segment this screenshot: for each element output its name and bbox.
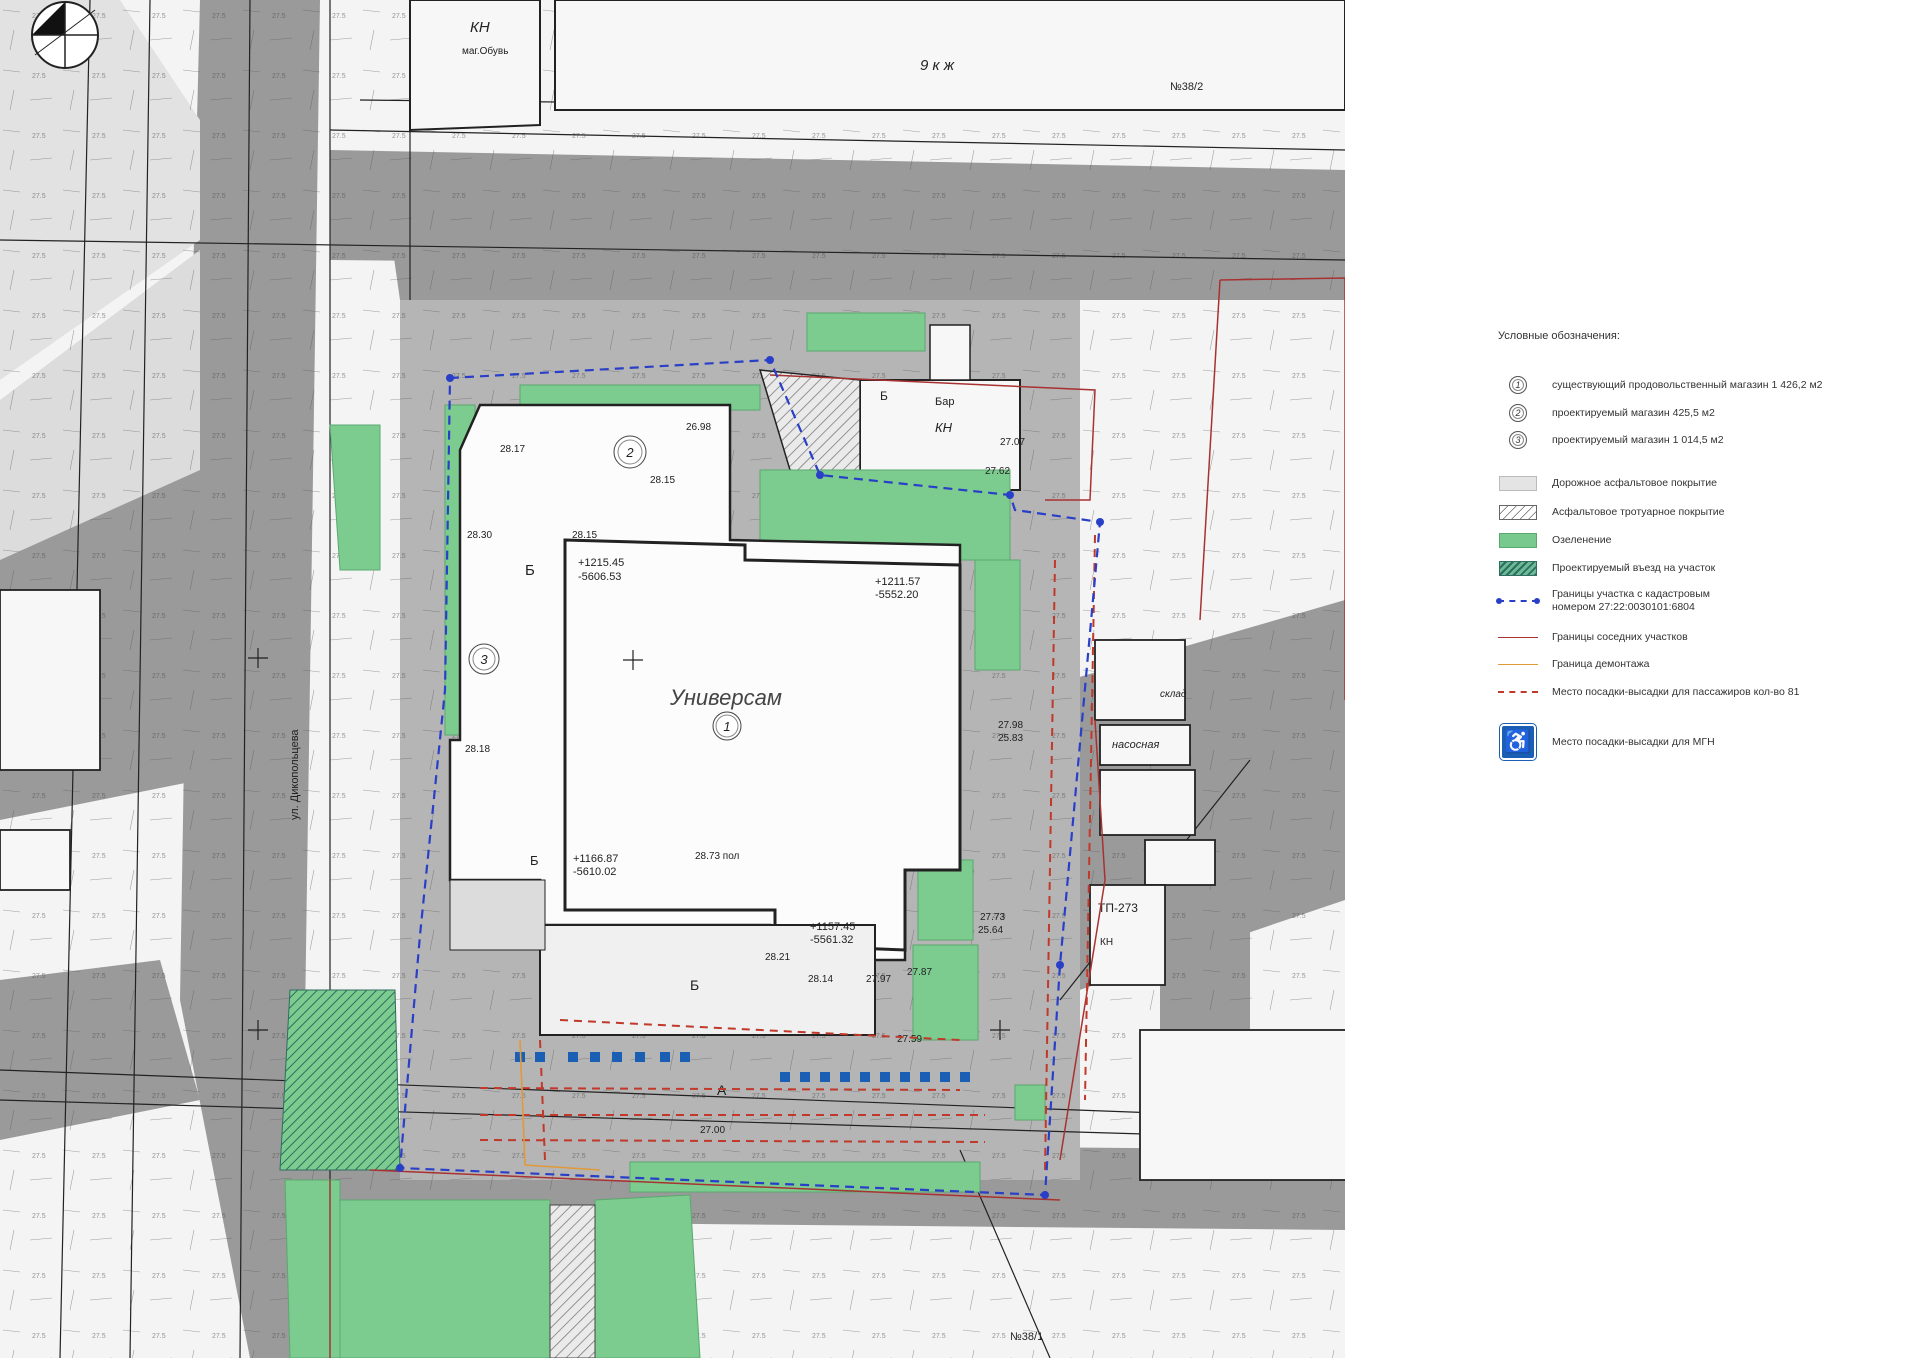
elevation-label: 28.73 пол [695, 851, 740, 862]
legend-item-plot: Границы участка с кадастровым номером 27… [1496, 586, 1710, 616]
legend-item-label: Границы участка с кадастровым номером 27… [1552, 588, 1710, 613]
legend-item-label: Граница демонтажа [1552, 657, 1650, 670]
north-arrow-icon [31, 1, 99, 69]
elevation-label: 28.17 [500, 444, 525, 455]
kzh9-label: 9 к ж [920, 57, 955, 74]
legend-item-parking: Место посадки-высадки для пассажиров кол… [1498, 680, 1799, 704]
svg-text:1: 1 [723, 719, 730, 734]
plot-line-icon [1496, 598, 1540, 604]
n38-1-label: №38/1 [1010, 1331, 1043, 1343]
elevation-label: 27.59 [897, 1034, 922, 1045]
coord-label: +1157.45 [810, 921, 855, 933]
legend: Условные обозначения: 1 существующий про… [1496, 330, 1898, 760]
elevation-label: 25.83 [998, 733, 1023, 744]
elevation-label: 26.98 [686, 422, 711, 433]
coord-label: -5606.53 [578, 571, 621, 583]
elevation-label: 28.30 [467, 530, 492, 541]
elevation-label: 27.07 [1000, 437, 1025, 448]
street-label: ул. Дикопольцева [289, 729, 301, 820]
legend-item-store-3: 3 проектируемый магазин 1 014,5 м2 [1498, 428, 1724, 452]
elevation-label: 28.14 [808, 974, 833, 985]
n38-2-label: №38/2 [1170, 81, 1203, 93]
b-label-3: Б [690, 977, 699, 993]
road-swatch-icon [1499, 475, 1537, 491]
elevation-label: 25.64 [978, 925, 1003, 936]
neighbor-line-icon [1498, 636, 1538, 638]
bar-label: Бар [935, 396, 954, 408]
b-label-1: Б [525, 562, 535, 579]
elevation-label: 27.98 [998, 720, 1023, 731]
elevation-label: 27.62 [985, 466, 1010, 477]
legend-item-green: Озеленение [1498, 528, 1611, 552]
coord-label: -5552.20 [875, 589, 918, 601]
kn-label-north: КН [470, 19, 490, 36]
site-plan-map[interactable]: 27.5 КН маг.Обувь 9 [0, 0, 1351, 1359]
elevation-label: 27.00 [700, 1125, 725, 1136]
legend-item-label: Границы соседних участков [1552, 630, 1688, 643]
walk-crossing [549, 1204, 596, 1359]
demolition-line-icon [1498, 663, 1538, 665]
marker-2-icon: 2 [1509, 404, 1527, 422]
legend-item-walk: Асфальтовое тротуарное покрытие [1498, 500, 1725, 524]
legend-item-neighbor: Границы соседних участков [1498, 625, 1688, 649]
coord-label: +1211.57 [875, 576, 920, 588]
svg-text:2: 2 [625, 445, 634, 460]
marker-3-icon: 3 [1509, 431, 1527, 449]
elevation-label: 27.87 [907, 967, 932, 978]
marker-1-icon: 1 [1509, 376, 1527, 394]
b-label-2: Б [530, 853, 539, 868]
sklad-label: склад [1160, 689, 1187, 700]
universam-label: Универсам [669, 685, 782, 710]
legend-item-label: проектируемый магазин 425,5 м2 [1552, 406, 1715, 419]
parking-line-icon [1498, 691, 1538, 693]
coord-label: +1215.45 [578, 557, 624, 569]
legend-title: Условные обозначения: [1498, 330, 1620, 342]
marker-2: 2 [613, 435, 647, 469]
coord-label: -5610.02 [573, 866, 616, 878]
legend-item-demolition: Граница демонтажа [1498, 652, 1649, 676]
legend-item-label: Озеленение [1552, 533, 1612, 546]
b-label-bar: Б [880, 389, 888, 403]
legend-item-store-1: 1 существующий продовольственный магазин… [1498, 373, 1823, 397]
coord-label: -5561.32 [810, 934, 853, 946]
legend-item-road: Дорожное асфальтовое покрытие [1498, 471, 1717, 495]
entry-swatch-icon [1499, 560, 1537, 576]
elevation-label: 28.15 [650, 475, 675, 486]
wheelchair-icon: ♿ [1500, 724, 1536, 760]
legend-item-mgn: ♿ Место посадки-высадки для МГН [1498, 722, 1715, 762]
legend-item-label: Проектируемый въезд на участок [1552, 561, 1716, 574]
legend-item-label: Место посадки-высадки для МГН [1552, 735, 1715, 748]
legend-item-entry: Проектируемый въезд на участок [1498, 556, 1715, 580]
legend-item-label: Место посадки-высадки для пассажиров кол… [1552, 685, 1800, 698]
elevation-label: 27.97 [866, 974, 891, 985]
obuv-label: маг.Обувь [462, 45, 508, 57]
tp-kn-label: КН [1100, 937, 1113, 948]
green-swatch-icon [1499, 532, 1537, 548]
legend-item-store-2: 2 проектируемый магазин 425,5 м2 [1498, 401, 1715, 425]
marker-1: 1 [712, 711, 742, 741]
legend-item-label: Дорожное асфальтовое покрытие [1552, 476, 1718, 489]
tp-label: ТП-273 [1098, 901, 1138, 915]
coord-label: +1166.87 [573, 853, 618, 865]
elevation-label: 27.73 [980, 912, 1005, 923]
marker-3: 3 [468, 643, 500, 675]
walk-swatch-icon [1499, 504, 1537, 520]
bar-kn-label: КН [935, 420, 953, 435]
elevation-label: 28.21 [765, 952, 790, 963]
elevation-label: 28.15 [572, 530, 597, 541]
svg-text:3: 3 [480, 652, 488, 667]
nasosnaya-label: насосная [1112, 739, 1159, 751]
legend-item-label: существующий продовольственный магазин 1… [1552, 378, 1823, 391]
elevation-label: 28.18 [465, 744, 490, 755]
legend-item-label: проектируемый магазин 1 014,5 м2 [1552, 433, 1724, 446]
legend-item-label: Асфальтовое тротуарное покрытие [1552, 505, 1725, 518]
